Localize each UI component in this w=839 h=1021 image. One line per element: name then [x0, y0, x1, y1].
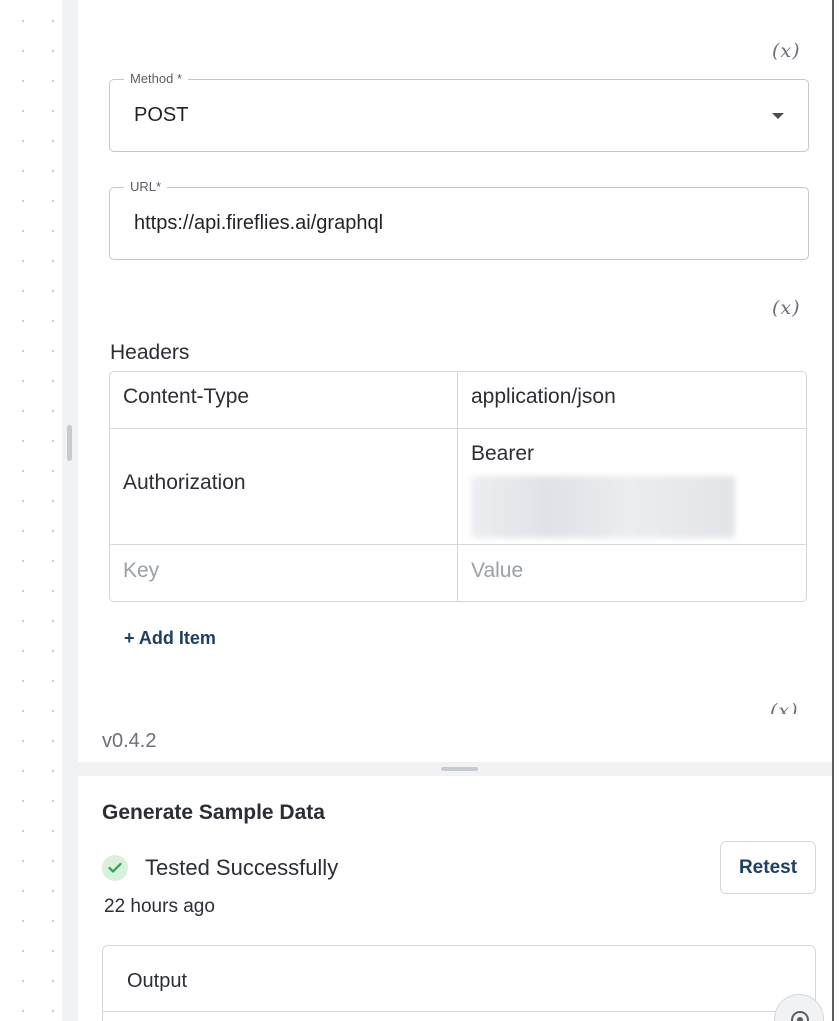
panel-border — [832, 0, 834, 1021]
url-value: https://api.fireflies.ai/graphql — [134, 212, 384, 234]
retest-button[interactable]: Retest — [720, 841, 816, 894]
table-row: Authorization Bearer — [110, 429, 806, 545]
variable-toggle-clipped: (x) — [746, 700, 806, 714]
header-value: application/json — [471, 385, 616, 408]
variable-toggle-icon[interactable]: (x) — [772, 40, 801, 62]
redacted-token — [471, 476, 735, 538]
resize-handle[interactable] — [67, 425, 72, 461]
header-value: Bearer — [471, 442, 535, 465]
step-config-panel: (x) Method * POST URL* https://api.firef… — [78, 0, 832, 1021]
section-resize-handle[interactable] — [441, 767, 478, 771]
header-value-cell[interactable]: application/json — [458, 372, 806, 428]
output-header[interactable]: Output — [103, 946, 815, 1012]
header-key: Authorization — [123, 471, 246, 494]
test-status: Tested Successfully — [145, 855, 339, 880]
output-title: Output — [127, 970, 188, 992]
workflow-canvas[interactable] — [0, 0, 62, 1021]
url-label: URL* — [124, 179, 168, 194]
headers-table: Content-Type application/json Authorizat… — [109, 371, 807, 602]
version-label: v0.4.2 — [102, 730, 157, 752]
method-value: POST — [134, 104, 189, 126]
generate-sample-data-title: Generate Sample Data — [102, 801, 325, 824]
headers-title: Headers — [110, 341, 190, 364]
header-value-input[interactable]: Value — [458, 545, 806, 601]
url-field[interactable]: URL* https://api.fireflies.ai/graphql — [109, 179, 809, 260]
table-row: Key Value — [110, 545, 806, 601]
header-key-cell[interactable]: Authorization — [110, 429, 458, 544]
value-placeholder: Value — [471, 559, 524, 582]
output-panel: Output — [102, 945, 816, 1021]
header-key-cell[interactable]: Content-Type — [110, 372, 458, 428]
test-timestamp: 22 hours ago — [104, 896, 215, 917]
chevron-down-icon — [772, 113, 784, 119]
add-item-button[interactable]: + Add Item — [124, 628, 216, 649]
variable-toggle-icon[interactable]: (x) — [770, 700, 799, 714]
header-value-cell[interactable]: Bearer — [458, 429, 806, 544]
variable-toggle-icon[interactable]: (x) — [772, 297, 801, 319]
method-label: Method * — [124, 71, 189, 86]
panel-resize-bar[interactable] — [62, 0, 78, 1021]
target-icon — [791, 1011, 809, 1021]
table-row: Content-Type application/json — [110, 372, 806, 429]
method-select[interactable]: Method * POST — [109, 71, 809, 152]
header-key-input[interactable]: Key — [110, 545, 458, 601]
check-circle-icon — [102, 855, 128, 881]
header-key: Content-Type — [123, 385, 250, 408]
key-placeholder: Key — [123, 559, 160, 582]
